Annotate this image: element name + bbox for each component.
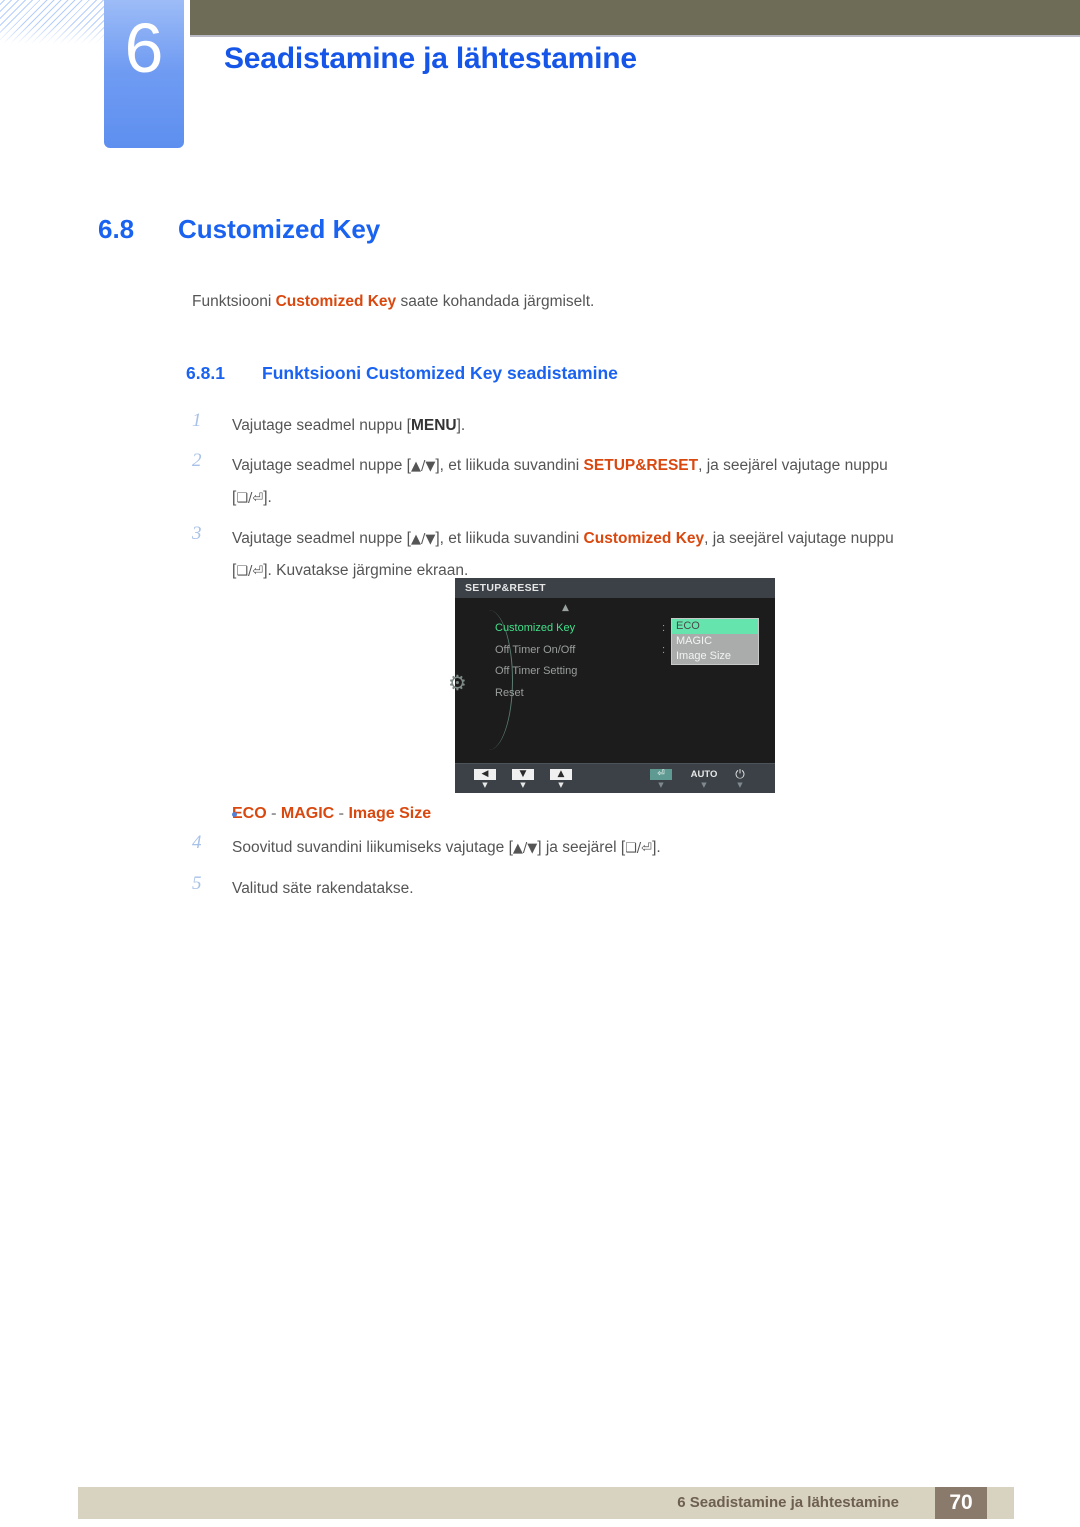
key-indicator-triangle-icon: ▼ bbox=[520, 781, 526, 789]
enter-key[interactable]: ⏎ ▼ bbox=[648, 769, 674, 790]
key-indicator-triangle-icon: ▼ bbox=[658, 781, 664, 789]
step-text-run: ]. bbox=[456, 417, 466, 434]
bullet-separator-1: - bbox=[266, 805, 281, 822]
step-button-glyph: ❑/⏎ bbox=[236, 491, 264, 506]
step-number: 2 bbox=[192, 450, 202, 471]
key-indicator-triangle-icon: ▼ bbox=[558, 781, 564, 789]
page-footer: 6 Seadistamine ja lähtestamine 70 bbox=[78, 1487, 1014, 1519]
up-arrow-key[interactable]: ▲ ▼ bbox=[548, 769, 574, 790]
bullet-options-line: ECO - MAGIC - Image Size bbox=[232, 805, 431, 823]
step-keyword: SETUP&RESET bbox=[583, 457, 699, 474]
osd-menu-item[interactable]: Off Timer Setting bbox=[495, 661, 665, 683]
header-olive-bar bbox=[190, 0, 1080, 37]
gear-icon: ⚙ bbox=[448, 672, 467, 694]
auto-key[interactable]: AUTO ▼ bbox=[686, 769, 722, 790]
subsection-heading: 6.8.1 Funktsiooni Customized Key seadista… bbox=[186, 363, 618, 384]
step-text-run: Valitud säte rakendatakse. bbox=[232, 880, 414, 897]
step-text-run: , ja seejärel vajutage nuppu bbox=[698, 457, 888, 474]
enter-key-glyph: ⏎ bbox=[650, 769, 672, 780]
intro-text-after: saate kohandada järgmiselt. bbox=[396, 293, 595, 310]
step-text: Vajutage seadmel nuppu [MENU]. bbox=[232, 417, 465, 434]
step-button-glyph: ▲/▼ bbox=[410, 532, 436, 547]
step-text-run: , ja seejärel vajutage nuppu bbox=[704, 530, 894, 547]
step-number: 1 bbox=[192, 410, 202, 431]
step-button-glyph: ▲/▼ bbox=[512, 841, 538, 856]
step-keyword: Customized Key bbox=[583, 530, 705, 547]
chapter-tab: 6 bbox=[104, 0, 184, 148]
section-intro-paragraph: Funktsiooni Customized Key saate kohanda… bbox=[192, 293, 594, 311]
step-text: Soovitud suvandini liikumiseks vajutage … bbox=[232, 839, 661, 856]
step-text-run: ]. Kuvatakse järgmine ekraan. bbox=[263, 562, 469, 579]
step-button-glyph: ❑/⏎ bbox=[625, 841, 653, 856]
step-text-run: ], et liikuda suvandini bbox=[435, 457, 584, 474]
osd-submenu-item[interactable]: Image Size bbox=[672, 649, 758, 664]
bullet-dot-icon bbox=[232, 812, 237, 817]
steps-list-second: 4 Soovitud suvandini liikumiseks vajutage… bbox=[186, 832, 1016, 913]
osd-title-bar: SETUP&RESET bbox=[455, 578, 775, 598]
osd-submenu-panel: ECO MAGIC Image Size bbox=[671, 618, 759, 665]
key-indicator-triangle-icon: ▼ bbox=[482, 781, 488, 789]
subsection-title: Funktsiooni Customized Key seadistamine bbox=[262, 363, 618, 383]
step-button-glyph: ▲/▼ bbox=[410, 459, 436, 474]
left-arrow-key-glyph: ◀ bbox=[474, 769, 496, 780]
step-text-run: Vajutage seadmel nuppu [ bbox=[232, 417, 411, 434]
step-text: Vajutage seadmel nuppe [▲/▼], et liikuda… bbox=[232, 457, 888, 506]
step-item: 4 Soovitud suvandini liikumiseks vajutage… bbox=[186, 832, 1016, 864]
key-indicator-triangle-icon: ▼ bbox=[737, 781, 743, 789]
up-caret-icon: ▲ bbox=[562, 603, 569, 613]
step-number: 5 bbox=[192, 873, 202, 894]
intro-keyword: Customized Key bbox=[275, 293, 397, 310]
step-item: 1 Vajutage seadmel nuppu [MENU]. bbox=[186, 410, 1016, 441]
step-item: 5 Valitud säte rakendatakse. bbox=[186, 873, 1016, 904]
power-key-glyph: ⏻ bbox=[735, 767, 745, 781]
left-arrow-key[interactable]: ◀ ▼ bbox=[472, 769, 498, 790]
bullet-option-eco: ECO bbox=[232, 805, 267, 822]
chapter-title: Seadistamine ja lähtestamine bbox=[224, 42, 637, 75]
step-text-run: ]. bbox=[263, 489, 272, 506]
step-button-glyph: ❑/⏎ bbox=[236, 564, 264, 579]
page-header: 6 Seadistamine ja lähtestamine bbox=[0, 0, 1080, 160]
step-number: 4 bbox=[192, 832, 202, 853]
step-text-run: ] ja seejärel [ bbox=[537, 839, 626, 856]
osd-body: ⚙ ▲ Customized Key Off Timer On/Off Off Ti… bbox=[448, 598, 775, 763]
power-key[interactable]: ⏻ ▼ bbox=[727, 767, 753, 790]
footer-page-number: 70 bbox=[935, 1487, 987, 1519]
bullet-option-magic: MAGIC bbox=[280, 805, 335, 822]
footer-chapter-text: 6 Seadistamine ja lähtestamine bbox=[677, 1494, 899, 1511]
osd-menu-item[interactable]: Reset bbox=[495, 683, 665, 705]
step-text-run: ], et liikuda suvandini bbox=[435, 530, 584, 547]
osd-menu-item[interactable]: Off Timer On/Off bbox=[495, 640, 665, 662]
step-button-label: MENU bbox=[410, 417, 457, 434]
osd-submenu-item[interactable]: MAGIC bbox=[672, 634, 758, 649]
osd-colon-1: : bbox=[662, 622, 666, 634]
intro-text-before: Funktsiooni bbox=[192, 293, 276, 310]
subsection-number: 6.8.1 bbox=[186, 363, 225, 383]
osd-menu-items: Customized Key Off Timer On/Off Off Timer … bbox=[495, 618, 665, 704]
osd-menu-screenshot: SETUP&RESET ⚙ ▲ Customized Key Off Timer … bbox=[448, 578, 775, 793]
chapter-number: 6 bbox=[124, 9, 164, 87]
step-number: 3 bbox=[192, 523, 202, 544]
steps-list-first: 1 Vajutage seadmel nuppu [MENU]. 2 Vajutage… bbox=[186, 410, 1016, 596]
step-text-run: ]. bbox=[652, 839, 661, 856]
up-arrow-key-glyph: ▲ bbox=[550, 769, 572, 780]
step-text: Vajutage seadmel nuppe [▲/▼], et liikuda… bbox=[232, 530, 894, 579]
section-number: 6.8 bbox=[98, 214, 135, 244]
down-arrow-key[interactable]: ▼ ▼ bbox=[510, 769, 536, 790]
bullet-option-image-size: Image Size bbox=[348, 805, 432, 822]
step-text-run: Vajutage seadmel nuppe [ bbox=[232, 457, 411, 474]
osd-menu-item[interactable]: Customized Key bbox=[495, 618, 665, 640]
step-text: Valitud säte rakendatakse. bbox=[232, 880, 414, 897]
auto-key-glyph: AUTO bbox=[690, 769, 718, 780]
section-heading: 6.8 Customized Key bbox=[98, 214, 380, 245]
bullet-separator-2: - bbox=[334, 805, 349, 822]
down-arrow-key-glyph: ▼ bbox=[512, 769, 534, 780]
osd-button-bar: ◀ ▼ ▼ ▼ ▲ ▼ ⏎ ▼ AUTO ▼ ⏻ ▼ bbox=[455, 763, 775, 793]
osd-colon-2: : bbox=[662, 643, 666, 656]
key-indicator-triangle-icon: ▼ bbox=[701, 781, 707, 789]
osd-submenu-item[interactable]: ECO bbox=[672, 619, 758, 634]
section-title: Customized Key bbox=[178, 214, 381, 244]
step-item: 2 Vajutage seadmel nuppe [▲/▼], et liikud… bbox=[186, 450, 1016, 514]
step-text-run: Soovitud suvandini liikumiseks vajutage … bbox=[232, 839, 513, 856]
step-text-run: Vajutage seadmel nuppe [ bbox=[232, 530, 411, 547]
